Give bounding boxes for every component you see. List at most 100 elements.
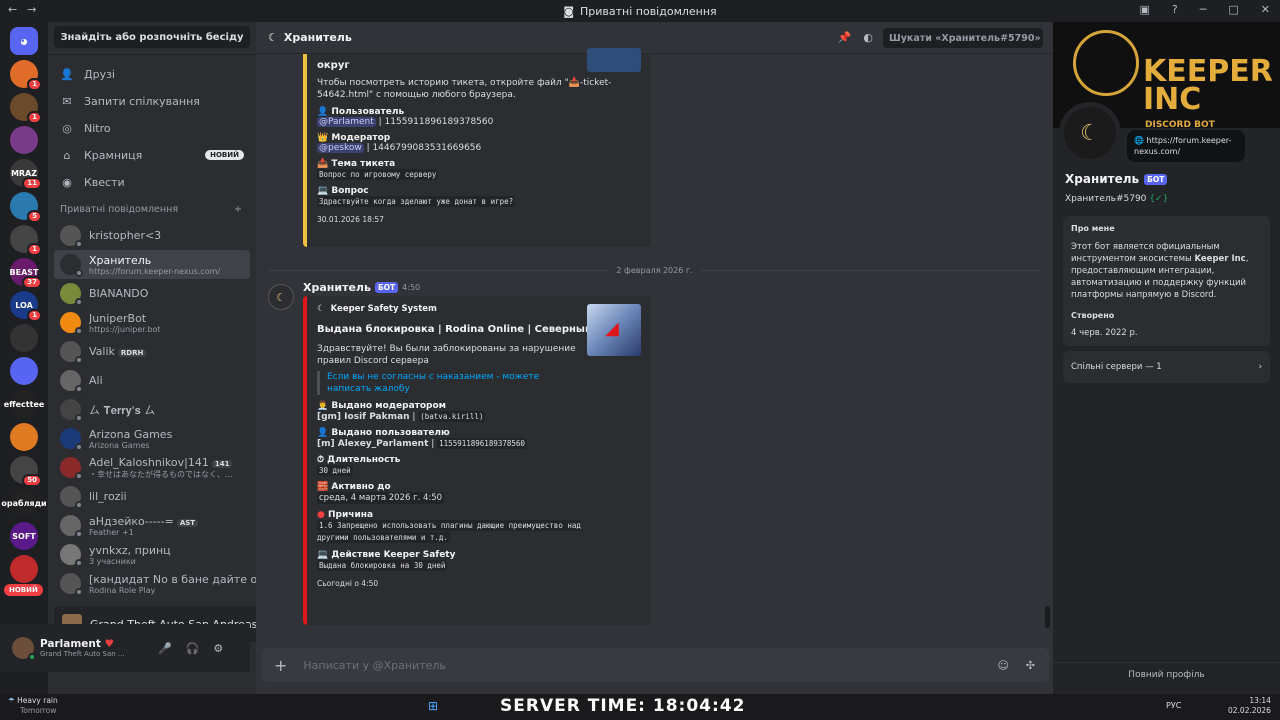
field-name: Модератор <box>331 133 391 143</box>
server-icon[interactable] <box>10 423 38 451</box>
field-value: | 1446799083531669656 <box>363 143 482 153</box>
server-icon[interactable]: 1 <box>10 60 42 91</box>
message-avatar[interactable]: ☾ <box>268 284 294 310</box>
field-value: | 1155911896189378560 <box>375 117 494 127</box>
dm-item[interactable]: [кандидат No в бане дайте обз... Rodina R… <box>54 569 280 598</box>
dm-name-text: ㄙ 𝐓𝐞𝐫𝐫𝐲'𝐬 ㄙ <box>89 403 156 417</box>
server-label: effecttee <box>3 399 45 409</box>
server-icon[interactable]: 1 <box>10 225 42 256</box>
settings-icon[interactable]: ⚙ <box>213 642 223 655</box>
chat-title: Хранитель <box>283 31 352 44</box>
pin-icon[interactable]: 📌 <box>838 31 852 44</box>
back-icon[interactable]: ← <box>8 3 17 16</box>
server-icon[interactable]: 50 <box>10 456 42 487</box>
avatar <box>60 515 83 538</box>
dm-item[interactable]: lil_rozii <box>54 482 250 511</box>
dm-item[interactable]: kristopher<3 <box>54 221 250 250</box>
banner-subtitle: DISCORD BOT <box>1145 120 1215 128</box>
minimize-button[interactable]: ─ <box>1200 3 1207 16</box>
nav-label: Запити спілкування <box>84 94 200 108</box>
help-icon[interactable]: ? <box>1172 3 1178 16</box>
clock[interactable]: 13:14 02.02.2026 <box>1228 696 1271 716</box>
dm-section-header: Приватні повідомлення + <box>48 196 256 221</box>
server-icon[interactable] <box>10 555 38 583</box>
status-dot <box>75 530 83 538</box>
dm-item[interactable]: Хранитель https://forum.keeper-nexus.com/ <box>54 250 250 279</box>
status-dot <box>75 559 83 567</box>
embed-author[interactable]: Keeper Safety System <box>331 304 437 314</box>
unread-badge: 1 <box>27 243 42 256</box>
laptop-icon: 💻 <box>317 186 329 196</box>
emoji-icon[interactable]: ☺ <box>998 659 1009 672</box>
dm-item[interactable]: JuniperBot https://juniper.bot <box>54 308 250 337</box>
field-value: [gm] Iosif Pakman <box>317 412 410 422</box>
server-icon[interactable]: LOA 1 <box>10 291 42 322</box>
discord-home-icon[interactable]: ◕ <box>10 27 38 55</box>
new-badge[interactable]: НОВИЙ <box>4 584 43 596</box>
user-status: Grand Theft Auto San ... <box>40 650 125 658</box>
forward-icon[interactable]: → <box>27 3 36 16</box>
scrollbar[interactable] <box>1045 606 1050 628</box>
field-code: 1155911896189378560 <box>437 438 527 449</box>
microphone-icon[interactable]: 🎤 <box>158 642 172 655</box>
server-icon[interactable]: SOFT <box>10 522 38 550</box>
dm-item[interactable]: Valik RDRH <box>54 337 250 366</box>
dm-subtext: Rodina Role Play <box>89 585 156 595</box>
dm-item[interactable]: Arizona Games Arizona Games <box>54 424 250 453</box>
mutual-servers[interactable]: Спільні сервери — 1 › <box>1063 351 1270 383</box>
find-conversation-button[interactable]: Знайдіть або розпочніть бесіду <box>54 26 250 48</box>
weather-sub: Tomorrow <box>20 706 57 715</box>
server-icon[interactable] <box>10 126 38 154</box>
avatar <box>60 254 83 277</box>
language-indicator[interactable]: РУС <box>1166 701 1181 710</box>
weather-widget[interactable]: ☂ Heavy rain Tomorrow <box>8 696 58 716</box>
server-icon[interactable] <box>10 324 38 352</box>
server-time-overlay: SERVER TIME: 18:04:42 <box>500 696 746 716</box>
server-icon[interactable]: effecttee <box>4 390 44 418</box>
server-icon[interactable]: орабляди <box>1 489 47 517</box>
avatar[interactable] <box>12 637 36 661</box>
user-profile-icon[interactable]: ◐ <box>863 31 873 44</box>
chat-search-input[interactable]: Шукати «Хранитель#5790» <box>883 28 1043 48</box>
mod-icon: 👨‍💼 <box>317 401 329 411</box>
dm-name-text: Valik <box>89 345 115 358</box>
server-icon[interactable]: 1 <box>10 93 42 124</box>
dm-item[interactable]: аНдзейко-----= AST Feather +1 <box>54 511 250 540</box>
nav-shop[interactable]: ⌂ Крамниця НОВИЙ <box>54 142 250 168</box>
inbox-icon[interactable]: ▣ <box>1140 3 1150 16</box>
dm-item[interactable]: yvnkxz, принц 3 учасники <box>54 540 250 569</box>
mention[interactable]: @Parlament <box>317 117 376 127</box>
server-icon[interactable]: 5 <box>10 192 42 223</box>
server-icon[interactable]: BEAST 37 <box>10 258 42 289</box>
windows-start-icon[interactable]: ⊞ <box>428 699 438 713</box>
nav-friends[interactable]: 👤 Друзі <box>54 61 250 87</box>
dm-item[interactable]: ㄙ 𝐓𝐞𝐫𝐫𝐲'𝐬 ㄙ <box>54 395 250 424</box>
profile-avatar[interactable]: ☾ <box>1059 102 1121 164</box>
status-dot <box>75 472 83 480</box>
dm-item[interactable]: Ali <box>54 366 250 395</box>
message-author[interactable]: Хранитель <box>303 281 371 294</box>
dm-item[interactable]: BIANANDO <box>54 279 250 308</box>
field-code: 30 дней <box>317 465 353 476</box>
window-title: Приватні повідомлення <box>580 4 717 18</box>
close-button[interactable]: ✕ <box>1261 3 1270 16</box>
server-icon[interactable] <box>10 357 38 385</box>
server-icon[interactable]: MRAZ 11 <box>10 159 42 190</box>
apps-icon[interactable]: ✣ <box>1026 659 1035 672</box>
status-link[interactable]: https://forum.keeper-nexus.com/ <box>1134 136 1231 156</box>
mutual-servers-label: Спільні сервери — 1 <box>1071 362 1162 372</box>
mention[interactable]: @peskow <box>317 143 364 153</box>
avatar <box>60 544 83 567</box>
full-profile-link[interactable]: Повний профіль <box>1053 662 1280 680</box>
add-attachment-icon[interactable]: + <box>274 656 287 675</box>
nav-nitro[interactable]: ◎ Nitro <box>54 115 250 141</box>
nav-quests[interactable]: ◉ Квести <box>54 169 250 195</box>
message-input[interactable]: + Написати у @Хранитель ☺ ✣ <box>262 648 1049 682</box>
create-dm-icon[interactable]: + <box>234 204 242 215</box>
dm-item[interactable]: Adel_Kaloshnikov|141 141 ・幸せはあなたが得るものではなく、… <box>54 453 250 482</box>
mail-icon: ✉ <box>62 94 72 108</box>
headphones-icon[interactable]: 🎧 <box>186 642 200 655</box>
server-label: SOFT <box>12 531 36 541</box>
nav-message-requests[interactable]: ✉ Запити спілкування <box>54 88 250 114</box>
maximize-button[interactable]: □ <box>1228 3 1238 16</box>
